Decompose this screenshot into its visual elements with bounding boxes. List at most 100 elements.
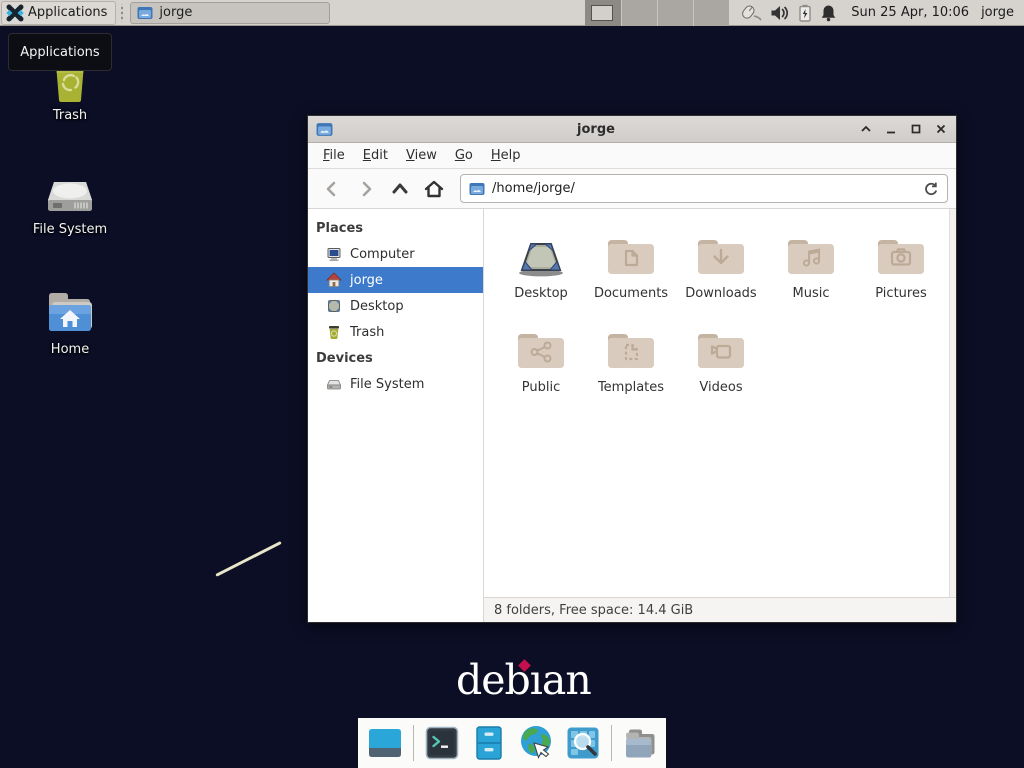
menu-edit[interactable]: Edit — [354, 144, 397, 167]
xfce-x-icon — [6, 4, 24, 22]
menu-help[interactable]: Help — [482, 144, 530, 167]
panel-separator-handle — [118, 4, 126, 22]
folder-share-icon — [515, 327, 567, 373]
menu-go[interactable]: Go — [446, 144, 482, 167]
file-name: Music — [793, 286, 830, 301]
panel-clock[interactable]: Sun 25 Apr, 10:06 — [851, 5, 969, 20]
sidebar-item-computer[interactable]: Computer — [308, 241, 483, 267]
sidebar-places-header: Places — [308, 215, 483, 241]
directory-menu-icon[interactable] — [621, 724, 659, 762]
maximize-icon[interactable] — [909, 122, 923, 136]
file-name: Documents — [594, 286, 668, 301]
file-item-templates[interactable]: Templates — [586, 315, 676, 409]
dock-separator — [611, 725, 612, 761]
file-name: Videos — [699, 380, 742, 395]
workspace-3[interactable] — [657, 0, 693, 26]
debian-logo: debıan — [456, 660, 591, 701]
workspace-2[interactable] — [621, 0, 657, 26]
menu-file[interactable]: File — [314, 144, 354, 167]
file-item-pictures[interactable]: Pictures — [856, 221, 946, 315]
window-title: jorge — [333, 122, 859, 137]
file-item-downloads[interactable]: Downloads — [676, 221, 766, 315]
battery-charging-icon[interactable] — [797, 4, 813, 22]
menu-bar: File Edit View Go Help — [308, 143, 956, 169]
bell-icon[interactable] — [820, 4, 837, 22]
web-browser-icon[interactable] — [517, 724, 555, 762]
desktop-icon-home[interactable]: Home — [22, 286, 118, 357]
path-bar[interactable]: /home/jorge/ — [460, 174, 948, 203]
sidebar-devices-header: Devices — [308, 345, 483, 371]
desktop-icon-label: File System — [22, 222, 118, 237]
desktop-settings-icon[interactable] — [366, 724, 404, 762]
trash-icon — [326, 324, 342, 340]
reload-icon[interactable] — [923, 181, 939, 197]
folder-camera-icon — [875, 233, 927, 279]
file-name: Desktop — [514, 286, 568, 301]
taskbar-window-label: jorge — [159, 5, 192, 20]
sidebar-item-label: Desktop — [350, 299, 404, 314]
top-panel: Applications jorge — [0, 0, 1024, 26]
workspace-1[interactable] — [585, 0, 621, 26]
vertical-scrollbar[interactable] — [949, 209, 956, 597]
file-item-documents[interactable]: Documents — [586, 221, 676, 315]
taskbar-window-button[interactable]: jorge — [130, 2, 330, 24]
file-cabinet-icon[interactable] — [470, 724, 508, 762]
forward-icon[interactable] — [350, 174, 382, 204]
folder-icon — [137, 6, 153, 20]
folder-document-icon — [605, 233, 657, 279]
desktop-icon — [326, 298, 342, 314]
file-item-public[interactable]: Public — [496, 315, 586, 409]
shade-icon[interactable] — [859, 122, 873, 136]
sidebar-item-trash[interactable]: Trash — [308, 319, 483, 345]
tooltip-text: Applications — [20, 45, 99, 60]
up-icon[interactable] — [384, 174, 416, 204]
toolbar: /home/jorge/ — [308, 169, 956, 209]
back-icon[interactable] — [316, 174, 348, 204]
terminal-icon[interactable] — [423, 724, 461, 762]
file-item-music[interactable]: Music — [766, 221, 856, 315]
panel-username[interactable]: jorge — [981, 5, 1014, 20]
file-view[interactable]: Desktop Documents — [484, 209, 956, 597]
desktop-icon-file-system[interactable]: File System — [22, 166, 118, 237]
harddrive-icon — [44, 168, 96, 216]
sidebar-item-file-system[interactable]: File System — [308, 371, 483, 397]
harddrive-icon — [326, 376, 342, 392]
close-icon[interactable] — [934, 122, 948, 136]
file-item-desktop[interactable]: Desktop — [496, 221, 586, 315]
sidebar-item-desktop[interactable]: Desktop — [308, 293, 483, 319]
sidebar-item-label: jorge — [350, 273, 383, 288]
sidebar-item-jorge[interactable]: jorge — [308, 267, 483, 293]
workspace-window-preview — [591, 5, 613, 21]
file-name: Public — [522, 380, 560, 395]
desktop-artifact-line — [215, 541, 281, 577]
window-titlebar[interactable]: jorge — [308, 116, 956, 143]
folder-video-icon — [695, 327, 747, 373]
file-manager-window: jorge File Edit View Go Help — [307, 115, 957, 623]
status-text: 8 folders, Free space: 14.4 GiB — [494, 603, 693, 618]
sidebar-item-label: File System — [350, 377, 424, 392]
volume-icon[interactable] — [770, 5, 790, 21]
folder-music-icon — [785, 233, 837, 279]
window-folder-icon — [316, 122, 333, 137]
file-name: Pictures — [875, 286, 926, 301]
desktop-icon-label: Home — [22, 342, 118, 357]
app-finder-icon[interactable] — [564, 724, 602, 762]
folder-template-icon — [605, 327, 657, 373]
status-bar: 8 folders, Free space: 14.4 GiB — [484, 597, 956, 622]
mouse-icon[interactable] — [739, 3, 763, 23]
workspace-pager[interactable] — [585, 0, 729, 26]
applications-menu-label: Applications — [28, 5, 107, 20]
computer-icon — [326, 246, 342, 262]
file-item-videos[interactable]: Videos — [676, 315, 766, 409]
folder-download-icon — [695, 233, 747, 279]
path-input[interactable]: /home/jorge/ — [492, 181, 916, 196]
menu-view[interactable]: View — [397, 144, 446, 167]
minimize-icon[interactable] — [884, 122, 898, 136]
workspace-4[interactable] — [693, 0, 729, 26]
file-name: Templates — [598, 380, 664, 395]
file-name: Downloads — [685, 286, 756, 301]
home-folder-icon — [44, 288, 96, 336]
applications-menu-button[interactable]: Applications — [1, 1, 116, 25]
home-icon[interactable] — [418, 174, 450, 204]
sidebar-item-label: Trash — [350, 325, 384, 340]
